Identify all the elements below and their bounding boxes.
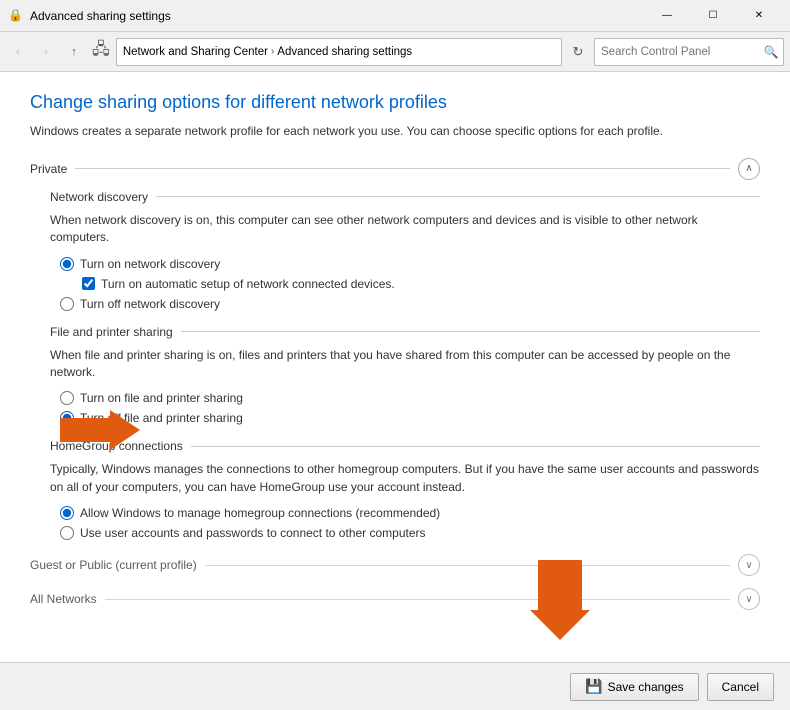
subsection-file-printer-header: File and printer sharing bbox=[50, 325, 760, 339]
window-title: Advanced sharing settings bbox=[30, 9, 644, 23]
save-icon: 💾 bbox=[585, 678, 602, 695]
radio-homegroup-user-input[interactable] bbox=[60, 526, 74, 540]
page-title: Change sharing options for different net… bbox=[30, 92, 760, 113]
forward-button[interactable]: › bbox=[34, 40, 58, 64]
subsection-homegroup-label: HomeGroup connections bbox=[50, 439, 183, 453]
radio-sharing-on[interactable]: Turn on file and printer sharing bbox=[60, 391, 760, 405]
section-all-networks-label: All Networks bbox=[30, 592, 97, 606]
maximize-button[interactable]: ☐ bbox=[690, 0, 736, 32]
radio-homegroup-windows-label: Allow Windows to manage homegroup connec… bbox=[80, 506, 440, 520]
section-private-header: Private ∧ bbox=[30, 158, 760, 180]
file-printer-desc: When file and printer sharing is on, fil… bbox=[50, 347, 760, 382]
radio-homegroup-user-label: Use user accounts and passwords to conne… bbox=[80, 526, 426, 540]
subsection-homegroup-header: HomeGroup connections bbox=[50, 439, 760, 453]
section-all-networks-line bbox=[105, 599, 730, 600]
radio-homegroup-windows-input[interactable] bbox=[60, 506, 74, 520]
radio-homegroup-windows[interactable]: Allow Windows to manage homegroup connec… bbox=[60, 506, 760, 520]
minimize-button[interactable]: — bbox=[644, 0, 690, 32]
checkbox-auto-setup-label: Turn on automatic setup of network conne… bbox=[101, 277, 395, 291]
subsection-network-discovery-label: Network discovery bbox=[50, 190, 148, 204]
radio-discovery-on-label: Turn on network discovery bbox=[80, 257, 220, 271]
section-private-line bbox=[75, 168, 730, 169]
radio-discovery-off-label: Turn off network discovery bbox=[80, 297, 220, 311]
checkbox-auto-setup[interactable]: Turn on automatic setup of network conne… bbox=[82, 277, 760, 291]
subsection-file-printer-line bbox=[181, 331, 760, 332]
breadcrumb-current: Advanced sharing settings bbox=[277, 46, 412, 58]
radio-sharing-off-input[interactable] bbox=[60, 411, 74, 425]
main-content: Change sharing options for different net… bbox=[0, 72, 790, 662]
titlebar: 🔒 Advanced sharing settings — ☐ ✕ bbox=[0, 0, 790, 32]
location-icon: 🖧 bbox=[92, 38, 110, 65]
radio-sharing-on-label: Turn on file and printer sharing bbox=[80, 391, 243, 405]
section-guest-public: Guest or Public (current profile) ∨ bbox=[30, 554, 760, 576]
window-icon: 🔒 bbox=[8, 8, 24, 24]
section-guest-public-line bbox=[205, 565, 730, 566]
save-changes-label: Save changes bbox=[608, 680, 684, 694]
section-guest-public-toggle[interactable]: ∨ bbox=[738, 554, 760, 576]
back-button[interactable]: ‹ bbox=[6, 40, 30, 64]
up-button[interactable]: ↑ bbox=[62, 40, 86, 64]
breadcrumb-network-sharing[interactable]: Network and Sharing Center bbox=[123, 46, 268, 58]
radio-homegroup-user[interactable]: Use user accounts and passwords to conne… bbox=[60, 526, 760, 540]
search-input[interactable] bbox=[594, 38, 784, 66]
close-button[interactable]: ✕ bbox=[736, 0, 782, 32]
subsection-network-discovery-header: Network discovery bbox=[50, 190, 760, 204]
section-private: Private ∧ Network discovery When network… bbox=[30, 158, 760, 540]
radio-discovery-off[interactable]: Turn off network discovery bbox=[60, 297, 760, 311]
cancel-label: Cancel bbox=[722, 680, 759, 694]
section-all-networks-header: All Networks ∨ bbox=[30, 588, 760, 610]
radio-sharing-off-label: Turn off file and printer sharing bbox=[80, 411, 243, 425]
section-guest-public-header: Guest or Public (current profile) ∨ bbox=[30, 554, 760, 576]
radio-sharing-on-input[interactable] bbox=[60, 391, 74, 405]
subsection-network-discovery-line bbox=[156, 196, 760, 197]
network-discovery-desc: When network discovery is on, this compu… bbox=[50, 212, 760, 247]
subsection-homegroup-line bbox=[191, 446, 760, 447]
section-guest-public-label: Guest or Public (current profile) bbox=[30, 558, 197, 572]
addressbar: ‹ › ↑ 🖧 Network and Sharing Center › Adv… bbox=[0, 32, 790, 72]
cancel-button[interactable]: Cancel bbox=[707, 673, 774, 701]
window-controls: — ☐ ✕ bbox=[644, 0, 782, 32]
homegroup-options: Allow Windows to manage homegroup connec… bbox=[60, 506, 760, 540]
breadcrumb-bar[interactable]: Network and Sharing Center › Advanced sh… bbox=[116, 38, 562, 66]
section-private-label: Private bbox=[30, 162, 67, 176]
radio-sharing-off[interactable]: Turn off file and printer sharing bbox=[60, 411, 760, 425]
breadcrumb-sep-1: › bbox=[271, 46, 274, 57]
refresh-button[interactable]: ↻ bbox=[566, 40, 590, 64]
subsection-network-discovery: Network discovery When network discovery… bbox=[50, 190, 760, 311]
homegroup-desc: Typically, Windows manages the connectio… bbox=[50, 461, 760, 496]
save-changes-button[interactable]: 💾 Save changes bbox=[570, 673, 699, 701]
radio-discovery-off-input[interactable] bbox=[60, 297, 74, 311]
section-private-toggle[interactable]: ∧ bbox=[738, 158, 760, 180]
search-wrap: 🔍 bbox=[594, 38, 784, 66]
section-all-networks-toggle[interactable]: ∨ bbox=[738, 588, 760, 610]
checkbox-auto-setup-input[interactable] bbox=[82, 277, 95, 290]
file-printer-options: Turn on file and printer sharing Turn of… bbox=[60, 391, 760, 425]
search-button[interactable]: 🔍 bbox=[762, 43, 780, 61]
radio-discovery-on[interactable]: Turn on network discovery bbox=[60, 257, 760, 271]
network-discovery-options: Turn on network discovery Turn on automa… bbox=[60, 257, 760, 311]
subsection-homegroup: HomeGroup connections Typically, Windows… bbox=[50, 439, 760, 540]
radio-discovery-on-input[interactable] bbox=[60, 257, 74, 271]
page-description: Windows creates a separate network profi… bbox=[30, 123, 760, 140]
bottom-bar: 💾 Save changes Cancel bbox=[0, 662, 790, 710]
subsection-file-printer-label: File and printer sharing bbox=[50, 325, 173, 339]
subsection-file-printer: File and printer sharing When file and p… bbox=[50, 325, 760, 426]
section-all-networks: All Networks ∨ bbox=[30, 588, 760, 610]
